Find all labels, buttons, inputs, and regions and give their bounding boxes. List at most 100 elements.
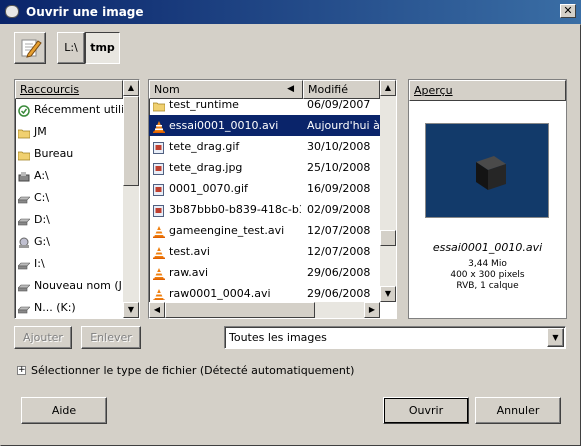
shortcut-item[interactable]: C:\ bbox=[15, 187, 123, 208]
file-row[interactable]: test_runtime 06/09/2007 bbox=[149, 99, 380, 115]
image-file-icon bbox=[153, 140, 165, 154]
scroll-up-arrow[interactable]: ▲ bbox=[380, 80, 396, 96]
file-row[interactable]: 0001_0070.gif 16/09/2008 bbox=[149, 178, 380, 199]
file-row[interactable]: raw0001_0004.avi 29/06/2008 bbox=[149, 283, 380, 300]
expander-toggle[interactable]: + bbox=[17, 366, 26, 375]
vlc-icon bbox=[153, 224, 165, 238]
cube-render-image bbox=[476, 156, 506, 190]
edit-location-button[interactable] bbox=[14, 32, 46, 64]
path-button-folder[interactable]: tmp bbox=[85, 32, 120, 64]
file-name: tete_drag.gif bbox=[169, 140, 240, 153]
preview-header: Aperçu bbox=[409, 80, 566, 101]
col-modified-header[interactable]: Modifié bbox=[303, 80, 380, 99]
dropdown-arrow-icon[interactable]: ▼ bbox=[547, 328, 564, 347]
file-type-expander-label[interactable]: Sélectionner le type de fichier (Détecté… bbox=[31, 364, 354, 377]
preview-mode: RVB, 1 calque bbox=[456, 281, 519, 291]
shortcut-item[interactable]: Bureau bbox=[15, 143, 123, 164]
file-list: test_runtime 06/09/2007 essai0001_0010.avi… bbox=[149, 99, 380, 300]
file-date: 25/10/2008 bbox=[307, 161, 371, 174]
shortcut-label: G:\ bbox=[34, 235, 50, 248]
floppy-drive-icon bbox=[18, 169, 30, 182]
image-file-icon bbox=[153, 161, 165, 175]
scroll-left-arrow[interactable]: ◀ bbox=[149, 302, 165, 318]
file-name: 0001_0070.gif bbox=[169, 182, 248, 195]
preview-size: 3,44 Mio bbox=[468, 259, 507, 269]
file-name: test_runtime bbox=[169, 99, 239, 111]
shortcut-label: N... (K:) bbox=[34, 301, 76, 314]
file-filter-combo[interactable]: Toutes les images ▼ bbox=[224, 326, 566, 349]
close-button[interactable]: ✕ bbox=[560, 4, 576, 18]
title-bar: Ouvrir une image ✕ bbox=[0, 0, 581, 24]
hard-drive-icon bbox=[17, 301, 31, 314]
file-date: 06/09/2007 bbox=[307, 99, 371, 111]
file-row[interactable]: raw.avi 29/06/2008 bbox=[149, 262, 380, 283]
help-button[interactable]: Aide bbox=[21, 397, 107, 424]
file-date: Aujourd'hui à 1 bbox=[307, 119, 380, 132]
file-row[interactable]: gameengine_test.avi 12/07/2008 bbox=[149, 220, 380, 241]
shortcut-item[interactable]: I:\ bbox=[15, 253, 123, 274]
shortcut-item[interactable]: A:\ bbox=[15, 165, 123, 186]
file-name: 3b87bbb0-b839-418c-b3... bbox=[169, 203, 301, 216]
shortcut-item[interactable]: N... (K:) bbox=[15, 297, 123, 318]
file-name: raw.avi bbox=[169, 266, 209, 279]
gimp-icon bbox=[5, 5, 19, 18]
files-vscrollbar[interactable]: ▲ ▼ bbox=[380, 80, 396, 302]
hard-drive-icon bbox=[17, 257, 31, 270]
shortcuts-pane: Raccourcis Récemment utilisés JM Bureau A:\… bbox=[14, 79, 140, 319]
shortcut-label: Récemment utilisés bbox=[34, 103, 123, 116]
file-name: gameengine_test.avi bbox=[169, 224, 285, 237]
image-file-icon bbox=[153, 182, 165, 196]
shortcuts-scrollbar[interactable]: ▲ ▼ bbox=[123, 80, 139, 318]
shortcut-label: JM bbox=[34, 125, 47, 138]
hard-drive-icon bbox=[17, 213, 31, 226]
folder-icon bbox=[152, 99, 166, 112]
file-row[interactable]: test.avi 12/07/2008 bbox=[149, 241, 380, 262]
image-file-icon bbox=[153, 203, 165, 217]
file-date: 02/09/2008 bbox=[307, 203, 371, 216]
scroll-down-arrow[interactable]: ▼ bbox=[380, 286, 396, 302]
hard-drive-icon bbox=[17, 279, 31, 292]
shortcut-item[interactable]: G:\ bbox=[15, 231, 123, 252]
scroll-down-arrow[interactable]: ▼ bbox=[123, 302, 139, 318]
remove-bookmark-button[interactable]: Enlever bbox=[81, 326, 141, 349]
file-date: 30/10/2008 bbox=[307, 140, 371, 153]
scroll-up-arrow[interactable]: ▲ bbox=[123, 80, 139, 96]
vlc-icon bbox=[153, 266, 165, 280]
file-row[interactable]: tete_drag.gif 30/10/2008 bbox=[149, 136, 380, 157]
add-bookmark-button[interactable]: Ajouter bbox=[14, 326, 72, 349]
file-date: 16/09/2008 bbox=[307, 182, 371, 195]
file-date: 29/06/2008 bbox=[307, 266, 371, 279]
files-pane: Nom ◀ Modifié test_runtime 06/09/2007 essai… bbox=[148, 79, 397, 319]
file-date: 12/07/2008 bbox=[307, 224, 371, 237]
file-date: 29/06/2008 bbox=[307, 287, 371, 300]
shortcut-label: D:\ bbox=[34, 213, 50, 226]
shortcut-item[interactable]: Nouveau nom (J:\) bbox=[15, 275, 123, 296]
folder-icon bbox=[17, 125, 31, 139]
scroll-thumb[interactable] bbox=[165, 302, 315, 318]
shortcut-item[interactable]: D:\ bbox=[15, 209, 123, 230]
shortcut-label: Nouveau nom (J:\) bbox=[34, 279, 123, 292]
file-row[interactable]: 3b87bbb0-b839-418c-b3... 02/09/2008 bbox=[149, 199, 380, 220]
cancel-button[interactable]: Annuler bbox=[475, 397, 561, 424]
shortcut-item[interactable]: Récemment utilisés bbox=[15, 99, 123, 120]
shortcut-item[interactable]: JM bbox=[15, 121, 123, 142]
file-row[interactable]: tete_drag.jpg 25/10/2008 bbox=[149, 157, 380, 178]
scroll-thumb[interactable] bbox=[123, 96, 139, 186]
shortcuts-list: Récemment utilisés JM Bureau A:\ C:\ D:\ G:\ I:… bbox=[15, 99, 123, 318]
files-hscrollbar[interactable]: ◀ ▶ bbox=[149, 302, 380, 318]
scroll-right-arrow[interactable]: ▶ bbox=[364, 302, 380, 318]
shortcut-label: C:\ bbox=[34, 191, 50, 204]
pencil-icon bbox=[21, 39, 42, 58]
vlc-icon bbox=[153, 245, 165, 259]
hard-drive-icon bbox=[17, 191, 31, 204]
path-button-drive[interactable]: L:\ bbox=[57, 32, 85, 64]
shortcut-label: A:\ bbox=[34, 169, 49, 182]
file-row[interactable]: essai0001_0010.avi Aujourd'hui à 1 bbox=[149, 115, 380, 136]
col-name-header[interactable]: Nom ◀ bbox=[149, 80, 303, 99]
scroll-thumb[interactable] bbox=[380, 230, 396, 246]
preview-thumbnail bbox=[425, 123, 549, 218]
shortcuts-header[interactable]: Raccourcis bbox=[15, 80, 123, 99]
preview-dimensions: 400 x 300 pixels bbox=[450, 270, 525, 280]
cdrom-drive-icon bbox=[18, 235, 30, 248]
open-button[interactable]: Ouvrir bbox=[383, 397, 469, 424]
